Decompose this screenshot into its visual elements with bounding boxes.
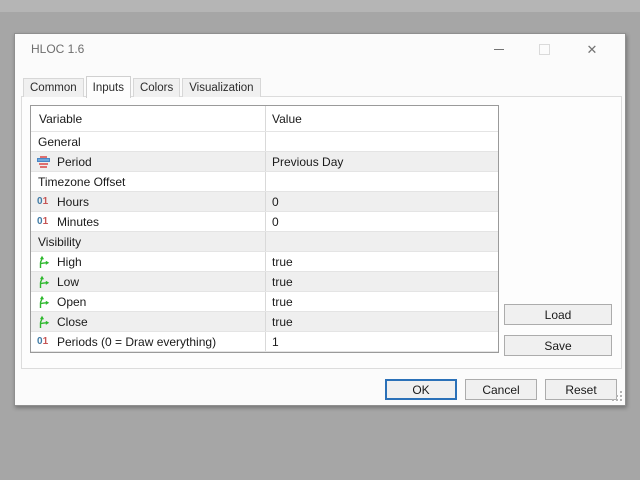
cancel-button[interactable]: Cancel: [465, 379, 537, 400]
boolean-parameter-icon: [39, 275, 50, 288]
save-button[interactable]: Save: [504, 335, 612, 356]
tab-colors-label: Colors: [139, 82, 174, 94]
ok-button[interactable]: OK: [385, 379, 457, 400]
table-rows: General Period Previous Day Timezone Off…: [31, 132, 498, 352]
boolean-parameter-icon: [39, 295, 50, 308]
table-row-open[interactable]: Open true: [31, 292, 498, 312]
row-value[interactable]: true: [265, 292, 498, 311]
save-button-label: Save: [544, 338, 572, 353]
boolean-parameter-icon: [39, 255, 50, 268]
column-header-value: Value: [265, 106, 498, 131]
row-value[interactable]: [265, 172, 498, 191]
integer-parameter-icon: 01: [37, 336, 49, 347]
row-value[interactable]: true: [265, 312, 498, 331]
window-title: HLOC 1.6: [31, 42, 85, 56]
row-label: Low: [57, 274, 80, 289]
title-bar[interactable]: HLOC 1.6 ✕: [15, 34, 625, 64]
close-button[interactable]: ✕: [575, 34, 609, 64]
row-label: Hours: [57, 194, 90, 209]
tab-inputs[interactable]: Inputs: [85, 76, 131, 98]
row-value[interactable]: Previous Day: [265, 152, 498, 171]
tab-strip: Common Inputs Colors Visualization: [23, 76, 263, 98]
desktop: HLOC 1.6 ✕ Common Inputs Colors Visualiz…: [0, 0, 640, 480]
row-label: Period: [57, 154, 92, 169]
reset-button[interactable]: Reset: [545, 379, 617, 400]
tab-visualization-label: Visualization: [189, 82, 254, 94]
table-header-row: Variable Value: [31, 106, 498, 132]
table-row-hours[interactable]: 01 Hours 0: [31, 192, 498, 212]
integer-parameter-icon: 01: [37, 216, 49, 227]
desktop-top-strip: [0, 0, 640, 12]
tab-visualization[interactable]: Visualization: [182, 78, 261, 97]
table-row-timezone-offset[interactable]: Timezone Offset: [31, 172, 498, 192]
enum-parameter-icon: [37, 155, 50, 168]
integer-parameter-icon: 01: [37, 196, 49, 207]
close-icon: ✕: [586, 41, 598, 57]
minimize-button[interactable]: [482, 34, 516, 64]
row-label: Timezone Offset: [38, 174, 126, 189]
inputs-tab-page: Variable Value General Period Previous D…: [21, 96, 622, 369]
table-row-general[interactable]: General: [31, 132, 498, 152]
cancel-button-label: Cancel: [482, 382, 520, 397]
load-button[interactable]: Load: [504, 304, 612, 325]
resize-grip[interactable]: [610, 391, 622, 403]
row-value[interactable]: 0: [265, 212, 498, 231]
row-label: General: [38, 134, 81, 149]
row-value[interactable]: [265, 132, 498, 151]
boolean-parameter-icon: [39, 315, 50, 328]
table-row-high[interactable]: High true: [31, 252, 498, 272]
reset-button-label: Reset: [565, 382, 597, 397]
maximize-icon: [538, 43, 550, 55]
table-row-low[interactable]: Low true: [31, 272, 498, 292]
tab-inputs-label: Inputs: [92, 81, 124, 94]
row-label: Visibility: [38, 234, 82, 249]
row-value[interactable]: true: [265, 252, 498, 271]
row-label: Open: [57, 294, 87, 309]
load-button-label: Load: [544, 307, 572, 322]
row-label: Minutes: [57, 214, 100, 229]
tab-common-label: Common: [30, 82, 77, 94]
dialog-window: HLOC 1.6 ✕ Common Inputs Colors Visualiz…: [14, 33, 626, 406]
row-value[interactable]: 0: [265, 192, 498, 211]
tab-colors[interactable]: Colors: [132, 78, 181, 97]
tab-common[interactable]: Common: [23, 78, 84, 97]
row-value[interactable]: [265, 232, 498, 251]
row-label: Close: [57, 314, 88, 329]
parameters-table: Variable Value General Period Previous D…: [30, 105, 499, 353]
row-value[interactable]: 1: [265, 332, 498, 351]
table-row-period[interactable]: Period Previous Day: [31, 152, 498, 172]
minimize-icon: [494, 48, 504, 50]
row-value[interactable]: true: [265, 272, 498, 291]
row-label: Periods (0 = Draw everything): [57, 334, 217, 349]
ok-button-label: OK: [412, 382, 430, 397]
table-row-minutes[interactable]: 01 Minutes 0: [31, 212, 498, 232]
column-header-variable: Variable: [39, 111, 83, 126]
table-row-visibility[interactable]: Visibility: [31, 232, 498, 252]
maximize-button[interactable]: [527, 34, 561, 64]
table-row-close[interactable]: Close true: [31, 312, 498, 332]
table-row-periods-0-draw-everything[interactable]: 01 Periods (0 = Draw everything) 1: [31, 332, 498, 352]
row-label: High: [57, 254, 82, 269]
